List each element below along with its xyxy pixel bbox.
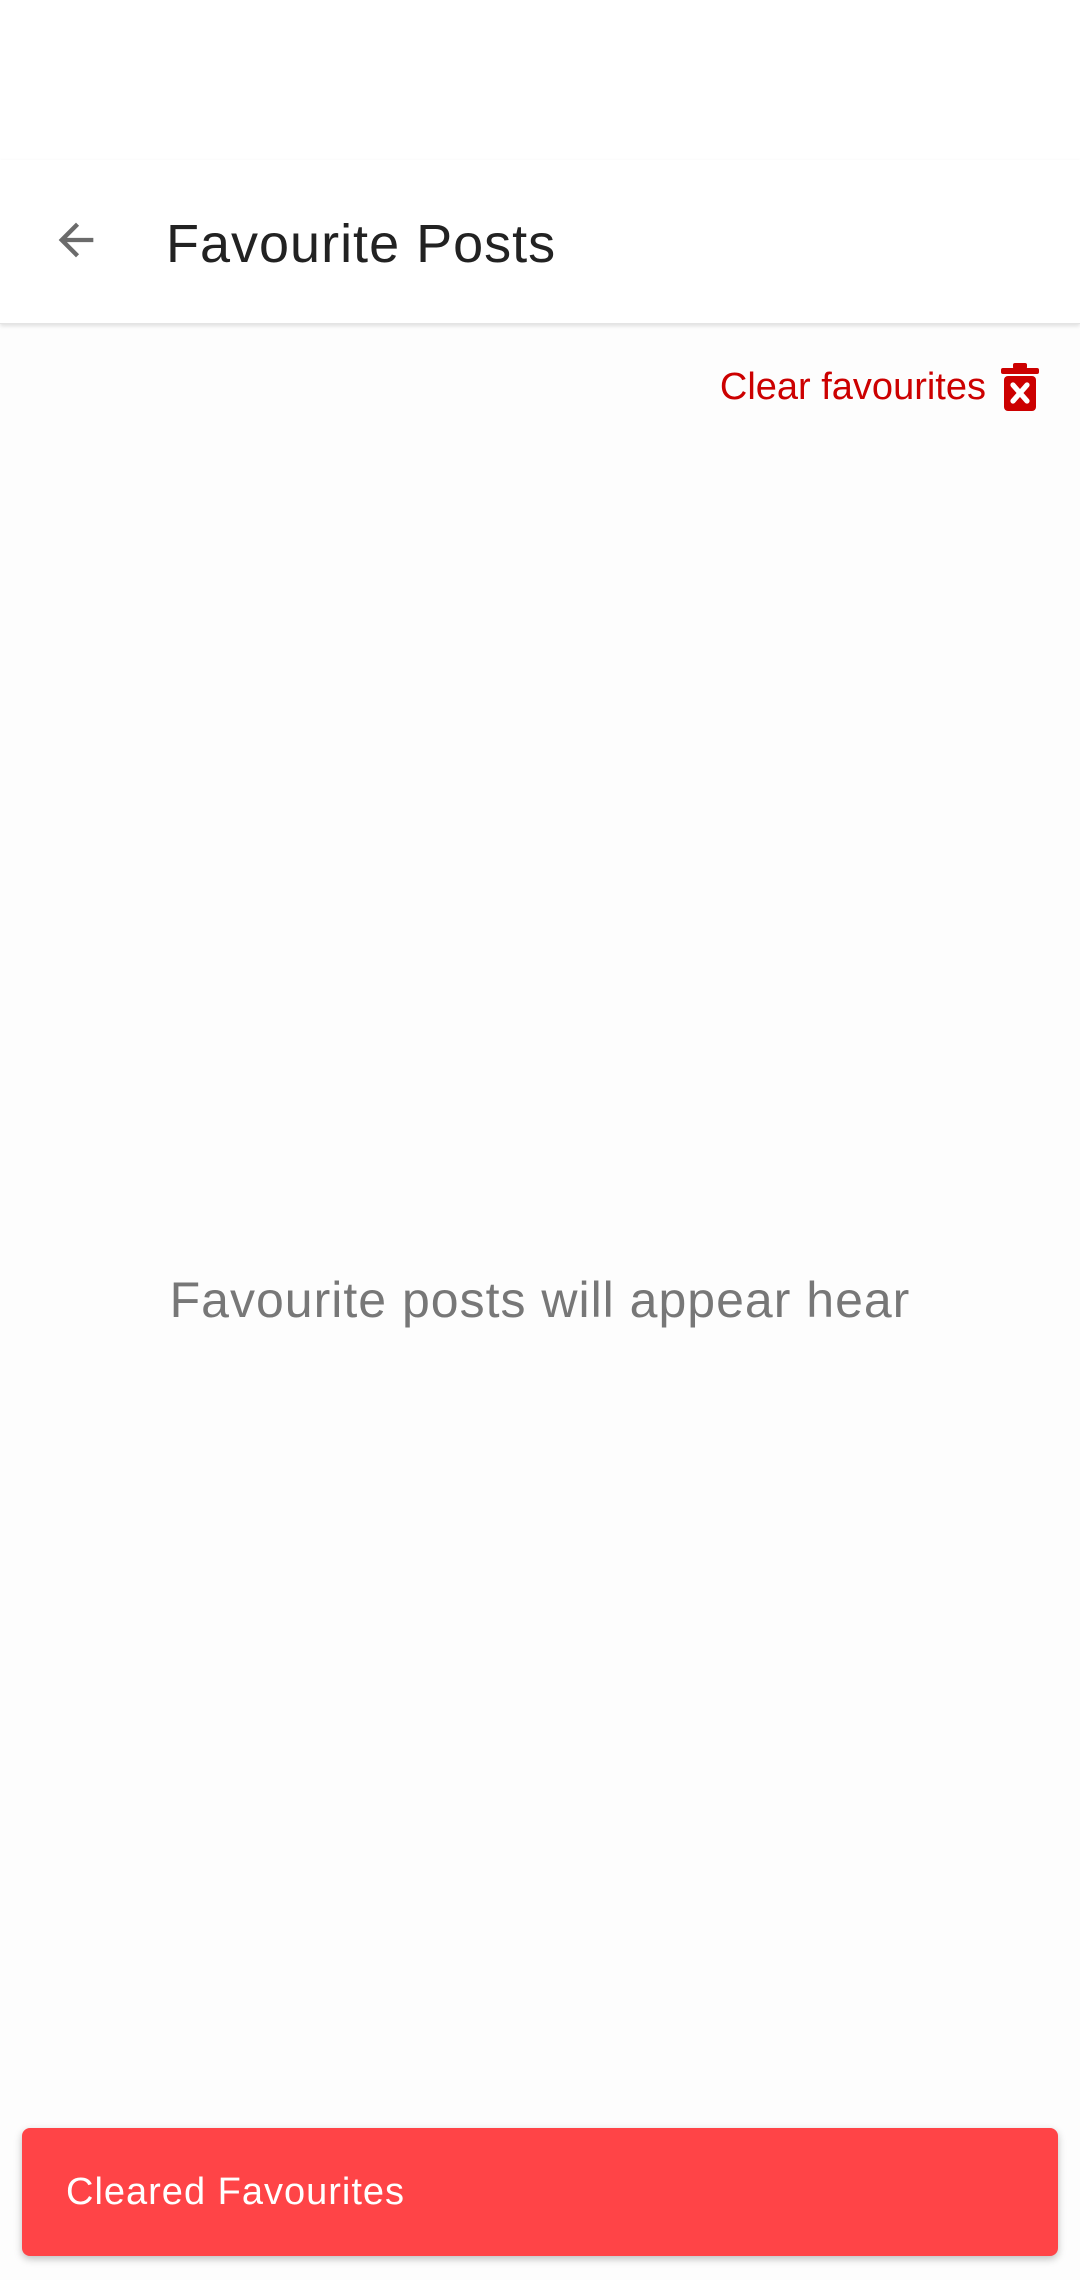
app-bar: Favourite Posts <box>0 160 1080 324</box>
page-title: Favourite Posts <box>166 214 557 274</box>
favourites-screen: Favourite Posts Clear favourites Favouri… <box>0 0 1080 2280</box>
status-bar <box>0 0 1080 160</box>
clear-favourites-button[interactable]: Clear favourites <box>720 362 1040 412</box>
trash-x-icon <box>1000 362 1040 412</box>
empty-state-message: Favourite posts will appear hear <box>169 1272 911 1328</box>
snackbar: Cleared Favourites <box>22 2128 1058 2256</box>
arrow-back-icon <box>50 214 102 271</box>
clear-favourites-label: Clear favourites <box>719 366 986 408</box>
snackbar-text: Cleared Favourites <box>66 2170 406 2213</box>
back-button[interactable] <box>36 198 116 286</box>
